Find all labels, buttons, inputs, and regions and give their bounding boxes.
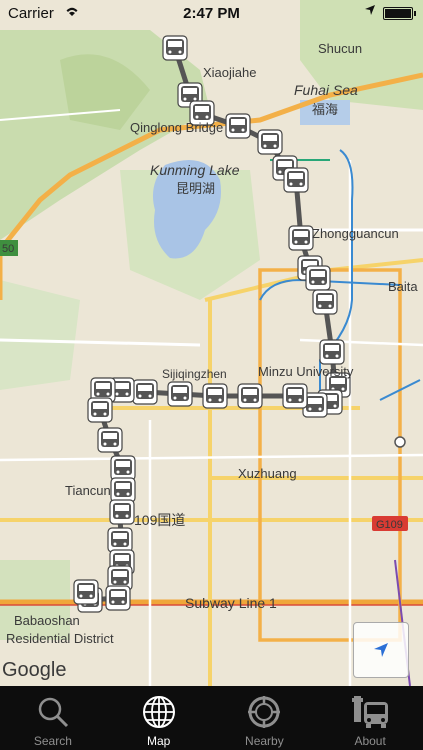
battery-icon xyxy=(383,7,416,20)
label-residential-district: Residential District xyxy=(6,631,114,646)
label-zhongguancun: Zhongguancun xyxy=(312,226,399,241)
label-xuzhuang: Xuzhuang xyxy=(238,466,297,481)
label-sijiqingzhen: Sijiqingzhen xyxy=(162,367,227,381)
bus-stop-marker[interactable] xyxy=(132,379,158,405)
status-bar: Carrier 2:47 PM xyxy=(0,0,423,28)
crosshair-icon xyxy=(244,692,284,732)
bus-stop-marker[interactable] xyxy=(167,381,193,407)
bus-stop-marker[interactable] xyxy=(105,585,131,611)
bus-stop-marker[interactable] xyxy=(202,383,228,409)
bus-stop-marker[interactable] xyxy=(97,427,123,453)
bus-stop-marker[interactable] xyxy=(305,265,331,291)
bus-stop-marker[interactable] xyxy=(288,225,314,251)
bus-stop-icon xyxy=(350,692,390,732)
bus-stop-marker[interactable] xyxy=(237,383,263,409)
label-road-50: 50 xyxy=(2,243,14,255)
magnifier-icon xyxy=(33,692,73,732)
map-view[interactable]: Shucun Xiaojiahe Fuhai Sea 福海 Qinglong B… xyxy=(0,0,423,686)
label-xiaojiahe: Xiaojiahe xyxy=(203,65,257,80)
label-guodao: 109国道 xyxy=(134,512,185,528)
label-g109: G109 xyxy=(376,519,403,531)
label-kunming-cn: 昆明湖 xyxy=(176,181,215,196)
bus-stop-marker[interactable] xyxy=(319,339,345,365)
location-services-icon xyxy=(364,4,376,19)
bus-stop-marker[interactable] xyxy=(283,167,309,193)
label-kunming-lake: Kunming Lake xyxy=(150,162,240,178)
bus-stop-marker[interactable] xyxy=(225,113,251,139)
bus-stop-marker[interactable] xyxy=(73,579,99,605)
location-arrow-icon xyxy=(374,643,388,657)
map-canvas[interactable]: Shucun Xiaojiahe Fuhai Sea 福海 Qinglong B… xyxy=(0,0,423,686)
bus-stop-marker[interactable] xyxy=(87,397,113,423)
bus-stop-marker[interactable] xyxy=(110,455,136,481)
label-minzu: Minzu University xyxy=(258,364,354,379)
tab-about-label: About xyxy=(354,734,386,748)
bus-stop-marker[interactable] xyxy=(312,289,338,315)
google-logo: Google xyxy=(2,659,67,681)
tab-nearby[interactable]: Nearby xyxy=(212,686,318,750)
locate-me-button[interactable] xyxy=(353,622,409,678)
tab-search-label: Search xyxy=(33,734,72,748)
tab-about[interactable]: About xyxy=(317,686,423,750)
label-babaoshan: Babaoshan xyxy=(14,613,80,628)
bus-stop-marker[interactable] xyxy=(109,499,135,525)
bus-stop-marker[interactable] xyxy=(110,477,136,503)
tab-map-label: Map xyxy=(146,734,171,748)
label-shucun: Shucun xyxy=(318,41,362,56)
bus-stop-marker[interactable] xyxy=(282,383,308,409)
bus-stop-marker[interactable] xyxy=(107,527,133,553)
label-fuhai-cn: 福海 xyxy=(312,102,338,117)
tab-bar: Search Map Nearby About xyxy=(0,686,423,750)
tab-map[interactable]: Map xyxy=(106,686,212,750)
label-qinglong: Qinglong Bridge xyxy=(130,120,223,135)
tab-search[interactable]: Search xyxy=(0,686,106,750)
label-subway-line-1: Subway Line 1 xyxy=(185,595,277,611)
label-tiancun: Tiancun xyxy=(65,483,111,498)
label-baita: Baita xyxy=(388,279,418,294)
globe-icon xyxy=(139,692,179,732)
status-time: 2:47 PM xyxy=(183,5,240,22)
tab-nearby-label: Nearby xyxy=(245,734,284,748)
label-fuhai-sea: Fuhai Sea xyxy=(294,82,358,98)
bus-stop-marker[interactable] xyxy=(162,35,188,61)
bus-stop-marker[interactable] xyxy=(257,129,283,155)
